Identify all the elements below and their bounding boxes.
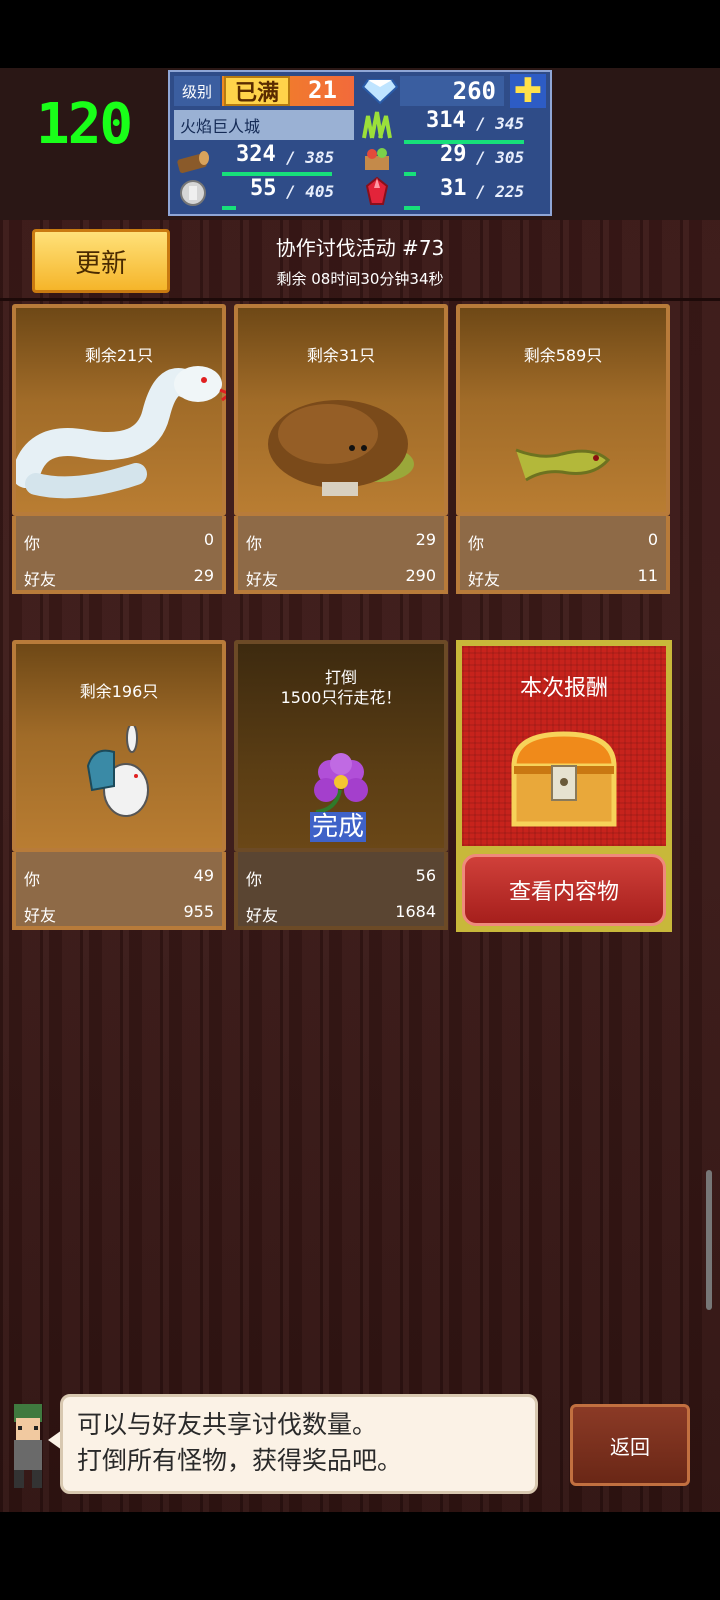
you-label: 你 (24, 870, 41, 889)
view-contents-button[interactable]: 查看内容物 (462, 854, 666, 926)
time-remaining: 剩余 08时间30分钟34秒 (276, 270, 444, 288)
you-row: 你 29 (246, 530, 436, 554)
friends-row: 好友 290 (246, 566, 436, 590)
hint-line1: 可以与好友共享讨伐数量。 (77, 1410, 378, 1439)
crystal-bar (404, 206, 420, 210)
you-label: 你 (24, 534, 41, 553)
you-count: 49 (193, 866, 214, 885)
character-avatar (14, 1404, 42, 1488)
friends-count: 290 (405, 566, 436, 585)
friends-label: 好友 (24, 570, 57, 589)
friends-count: 29 (193, 566, 214, 585)
wood-bar (222, 172, 332, 176)
you-label: 你 (246, 534, 263, 553)
scrollbar[interactable] (706, 1170, 712, 1310)
monster-card[interactable]: 剩余31只 你 29 好友 290 (234, 304, 448, 594)
defeat-goal: 打倒 1500只行走花！ (234, 668, 448, 708)
you-row: 你0 (468, 530, 658, 554)
diamond-icon (362, 79, 398, 104)
level-value: 21 (308, 76, 337, 104)
friends-row: 好友 955 (24, 902, 214, 926)
ore-max: / 405 (286, 182, 335, 201)
you-count: 29 (415, 530, 436, 549)
grass-max: / 345 (476, 114, 525, 133)
ore-max-value: 405 (305, 182, 335, 201)
you-row: 你 56 (246, 866, 436, 890)
defeat-goal-line1: 打倒 (324, 668, 357, 687)
friends-count: 11 (637, 566, 658, 585)
friends-row: 好友 11 (468, 566, 658, 590)
food-max: / 305 (476, 148, 525, 167)
friends-count: 1684 (395, 902, 436, 921)
monster-card-completed[interactable]: 打倒 1500只行走花！ 完成 你 56 好友 1684 (234, 640, 448, 930)
treasure-chest-icon (511, 731, 617, 827)
status-bar (0, 0, 720, 68)
white-snake-monster (16, 366, 226, 499)
buy-gems-button[interactable]: ✚ (510, 74, 546, 108)
friends-count: 955 (183, 902, 214, 921)
monster-card[interactable]: 剩余589只 你0 好友 11 (456, 304, 670, 594)
wood-max-value: 385 (305, 148, 335, 167)
hint-dialog: 可以与好友共享讨伐数量。 打倒所有怪物，获得奖品吧。 (60, 1394, 538, 1494)
friends-label: 好友 (246, 570, 279, 589)
food-basket-icon (365, 148, 389, 170)
grass-max-value: 345 (495, 114, 525, 133)
friends-row: 好友 1684 (246, 902, 436, 926)
monster-card[interactable]: 剩余196只 你 49 好友 955 (12, 640, 226, 930)
fps-counter: 120 (36, 92, 133, 157)
food-value: 29 (440, 142, 467, 167)
remaining-count: 剩余196只 (79, 682, 159, 701)
friends-label: 好友 (468, 570, 501, 589)
hint-line2: 打倒所有怪物，获得奖品吧。 (77, 1446, 403, 1475)
remaining-count: 剩余589只 (523, 346, 603, 365)
friends-label: 好友 (246, 906, 279, 925)
crystal-max: / 225 (476, 182, 525, 201)
you-row: 你0 (24, 530, 214, 554)
resource-panel: 级别 已满 21 260 ✚ 火焰巨人城 314 / 345 324 / 385… (168, 70, 552, 216)
reward-card: 本次报酬 查看内容物 (456, 640, 672, 932)
wood-log-icon (177, 151, 209, 173)
wood-max: / 385 (286, 148, 335, 167)
completed-badge: 完成 (310, 812, 367, 842)
ore-icon (180, 180, 206, 206)
back-button[interactable]: 返回 (570, 1404, 690, 1486)
rabbit-knight-monster (86, 726, 149, 817)
event-title: 协作讨伐活动 #73 (275, 236, 445, 260)
food-max-value: 305 (495, 148, 525, 167)
divider (0, 298, 720, 301)
ore-bar (222, 206, 236, 210)
reward-title: 本次报酬 (519, 676, 608, 701)
grass-value: 314 (426, 108, 466, 133)
you-label: 你 (246, 870, 263, 889)
friends-row: 好友 29 (24, 566, 214, 590)
crystal-max-value: 225 (495, 182, 525, 201)
you-row: 你 49 (24, 866, 214, 890)
level-max-badge: 已满 (224, 76, 290, 106)
mushroom-monster (268, 400, 414, 496)
level-label: 级别 (174, 76, 220, 106)
refresh-button[interactable]: 更新 (32, 229, 170, 293)
remaining-count: 剩余31只 (306, 346, 376, 365)
green-lizard-monster (515, 448, 611, 482)
wood-value: 324 (236, 142, 276, 167)
you-count: 0 (203, 530, 214, 549)
ore-value: 55 (250, 176, 277, 201)
gem-count: 260 (400, 76, 504, 106)
crystal-value: 31 (440, 176, 467, 201)
you-count: 0 (647, 530, 658, 549)
grass-icon (362, 111, 392, 139)
plus-icon: ✚ (513, 71, 543, 111)
defeat-goal-line2: 1500只行走花！ (280, 688, 402, 707)
red-crystal-icon (365, 176, 389, 205)
food-bar (404, 172, 416, 176)
you-count: 56 (415, 866, 436, 885)
monster-card[interactable]: 剩余21只 你0 好友 29 (12, 304, 226, 594)
you-label: 你 (468, 534, 485, 553)
town-name: 火焰巨人城 (174, 110, 354, 140)
friends-label: 好友 (24, 906, 57, 925)
navigation-bar (0, 1512, 720, 1600)
